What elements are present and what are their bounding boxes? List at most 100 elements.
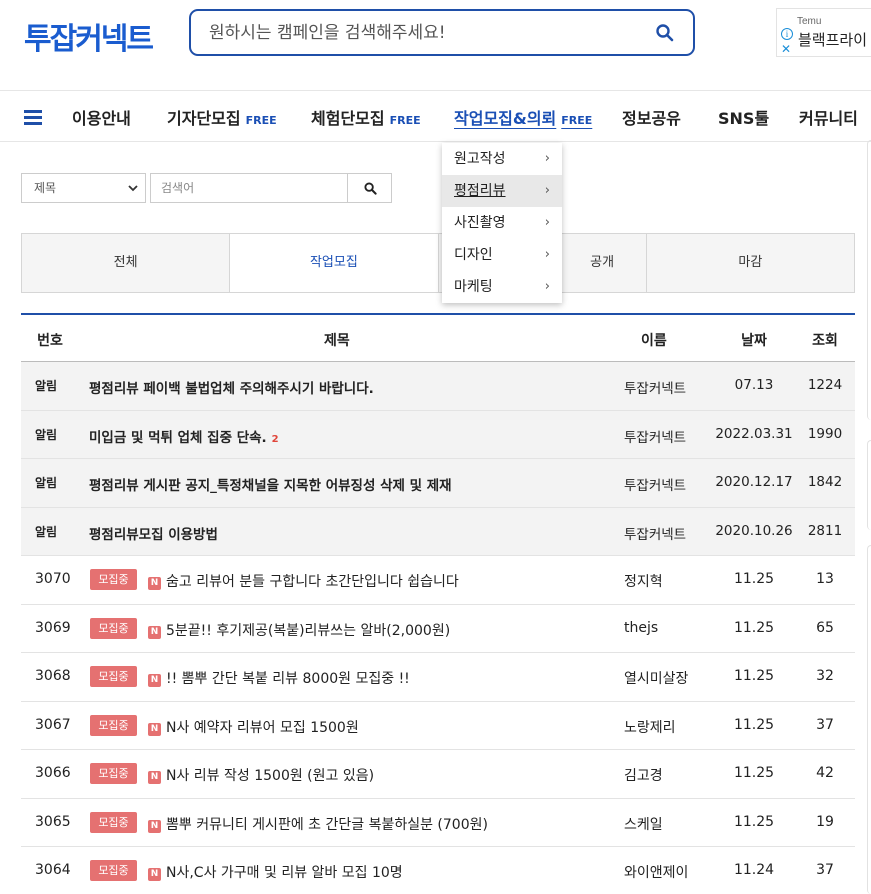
header-views: 조회 <box>812 333 838 349</box>
tab-recruiting[interactable]: 작업모집 <box>230 234 439 292</box>
header-name: 이름 <box>641 333 667 349</box>
notice-title[interactable]: 평점리뷰 페이백 불법업체 주의해주시기 바랍니다. <box>89 377 374 397</box>
tab-all[interactable]: 전체 <box>22 234 231 292</box>
status-badge: 모집중 <box>90 617 137 639</box>
campaign-search-box <box>189 9 695 56</box>
dropdown-item-photo[interactable]: 사진촬영 › <box>442 207 562 239</box>
post-title[interactable]: N N사 리뷰 작성 1500원 (원고 있음) <box>148 765 374 785</box>
notice-row[interactable]: 알림 평점리뷰모집 이용방법 투잡커넥트 2020.10.26 2811 <box>21 507 855 556</box>
dropdown-item-marketing[interactable]: 마케팅 › <box>442 271 562 303</box>
new-icon: N <box>148 577 161 590</box>
nav-item-guide[interactable]: 이용안내 <box>72 105 131 129</box>
table-row[interactable]: 3067 모집중 N N사 예약자 리뷰어 모집 1500원 노랑제리 11.25… <box>21 702 855 750</box>
notice-row[interactable]: 알림 평점리뷰 페이백 불법업체 주의해주시기 바랍니다. 투잡커넥트 07.1… <box>21 362 855 411</box>
author-name: 와이앤제이 <box>624 865 689 881</box>
notice-title[interactable]: 평점리뷰 게시판 공지_특정채널을 지목한 어뷰징성 삭제 및 제재 <box>89 474 452 494</box>
nav-item-info-share[interactable]: 정보공유 <box>622 105 681 129</box>
post-number: 3069 <box>35 619 71 636</box>
author-name: 스케일 <box>624 816 663 833</box>
author-name: 정지혁 <box>624 574 663 590</box>
author-name: 김고경 <box>624 768 663 784</box>
post-title[interactable]: N N사,C사 가구매 및 리뷰 알바 모집 10명 <box>148 862 403 882</box>
view-count: 65 <box>816 619 834 636</box>
nav-item-work-request[interactable]: 작업모집&의뢰 FREE <box>454 105 592 129</box>
campaign-search-input[interactable] <box>209 21 629 45</box>
header-no: 번호 <box>37 333 63 349</box>
status-badge: 모집중 <box>90 666 137 687</box>
post-title[interactable]: N!! 뽐뿌 간단 복붙 리뷰 8000원 모집중 !! <box>148 668 410 688</box>
table-row[interactable]: 3068 모집중 N!! 뽐뿌 간단 복붙 리뷰 8000원 모집중 !! 열시… <box>21 653 855 702</box>
view-count: 32 <box>816 668 834 684</box>
comment-count: 2 <box>271 433 279 445</box>
view-count: 2811 <box>807 522 843 539</box>
notice-label: 알림 <box>34 476 58 490</box>
notice-label: 알림 <box>34 427 58 442</box>
table-row[interactable]: 3064 모집중 N N사,C사 가구매 및 리뷰 알바 모집 10명 와이앤제이… <box>21 847 855 894</box>
ad-info-icon[interactable]: i <box>781 28 793 40</box>
post-number: 3064 <box>35 862 71 878</box>
post-title[interactable]: N N사 예약자 리뷰어 모집 1500원 <box>148 717 359 737</box>
post-number: 3068 <box>35 668 71 684</box>
post-title[interactable]: N 숨고 리뷰어 분들 구합니다 초간단입니다 쉽습니다 <box>148 571 459 591</box>
status-tabs: 전체 작업모집 공개 마감 <box>21 233 855 293</box>
post-date: 11.25 <box>733 716 775 733</box>
view-count: 19 <box>816 813 834 830</box>
post-date: 11.25 <box>733 813 775 830</box>
notice-title[interactable]: 평점리뷰모집 이용방법 <box>89 523 218 543</box>
hamburger-menu-icon[interactable] <box>24 110 42 125</box>
post-number: 3066 <box>35 765 71 781</box>
side-panel-edge <box>867 440 871 530</box>
dropdown-item-design[interactable]: 디자인 › <box>442 239 562 271</box>
status-badge: 모집중 <box>90 860 137 881</box>
keyword-search-button[interactable] <box>347 173 392 203</box>
table-row[interactable]: 3069 모집중 N 5분끝!! 후기제공(복붙)리뷰쓰는 알바(2,000원) … <box>21 605 855 653</box>
chevron-right-icon: › <box>544 183 550 198</box>
new-icon: N <box>148 819 161 833</box>
table-row[interactable]: 3070 모집중 N 숨고 리뷰어 분들 구합니다 초간단입니다 쉽습니다 정지혁… <box>21 556 855 605</box>
notice-row[interactable]: 알림 미입금 및 먹튀 업체 집중 단속. 2 투잡커넥트 2022.03.31 … <box>21 410 855 459</box>
author-name: 투잡커넥트 <box>624 429 687 446</box>
post-date: 11.25 <box>733 668 775 684</box>
new-icon: N <box>148 868 161 881</box>
view-count: 1990 <box>807 425 843 442</box>
post-date: 2022.03.31 <box>715 425 793 442</box>
status-badge: 모집중 <box>90 569 137 590</box>
post-title[interactable]: N 뽐뿌 커뮤니티 게시판에 초 간단글 복붙하실분 (700원) <box>148 814 488 834</box>
view-count: 13 <box>816 571 834 587</box>
post-title[interactable]: N 5분끝!! 후기제공(복붙)리뷰쓰는 알바(2,000원) <box>148 620 450 640</box>
author-name: 열시미살장 <box>624 671 689 687</box>
table-header: 번호 제목 이름 날짜 조회 <box>21 315 855 362</box>
dropdown-item-rating-review[interactable]: 평점리뷰 › <box>442 175 562 207</box>
header-title: 제목 <box>324 333 350 349</box>
view-count: 1842 <box>807 474 843 490</box>
search-icon[interactable] <box>655 23 675 43</box>
side-panel-edge <box>867 140 871 420</box>
notice-label: 알림 <box>34 379 58 393</box>
nav-item-reporter[interactable]: 기자단모집 FREE <box>167 105 277 129</box>
new-icon: N <box>148 771 161 784</box>
keyword-input[interactable] <box>150 173 348 203</box>
nav-item-sns-tool[interactable]: SNS툴 <box>718 105 769 129</box>
post-date: 2020.12.17 <box>715 474 793 490</box>
author-name: 투잡커넥트 <box>624 381 687 397</box>
tab-closed[interactable]: 마감 <box>647 234 854 292</box>
chevron-right-icon: › <box>544 151 550 166</box>
table-row[interactable]: 3066 모집중 N N사 리뷰 작성 1500원 (원고 있음) 김고경 11.… <box>21 750 855 799</box>
nav-item-community[interactable]: 커뮤니티 <box>799 105 858 129</box>
search-field-select[interactable]: 제목 <box>21 173 146 203</box>
header-date: 날짜 <box>741 333 767 349</box>
notice-title[interactable]: 미입금 및 먹튀 업체 집중 단속. 2 <box>89 426 279 446</box>
ad-close-icon[interactable]: ✕ <box>781 42 791 56</box>
site-logo[interactable]: 투잡커넥트 <box>24 14 154 58</box>
nav-item-experience[interactable]: 체험단모집 FREE <box>311 105 421 129</box>
author-name: 노랑제리 <box>624 719 676 736</box>
table-row[interactable]: 3065 모집중 N 뽐뿌 커뮤니티 게시판에 초 간단글 복붙하실분 (700원… <box>21 799 855 847</box>
author-name: 투잡커넥트 <box>624 526 687 543</box>
dropdown-item-manuscript[interactable]: 원고작성 › <box>442 143 562 175</box>
ad-brand: Temu <box>797 16 822 27</box>
new-icon: N <box>148 625 161 639</box>
post-date: 11.25 <box>733 619 775 636</box>
notice-row[interactable]: 알림 평점리뷰 게시판 공지_특정채널을 지목한 어뷰징성 삭제 및 제재 투잡… <box>21 459 855 508</box>
new-icon: N <box>148 674 161 687</box>
ad-banner[interactable]: Temu i ✕ 블랙프라이 <box>776 8 871 57</box>
